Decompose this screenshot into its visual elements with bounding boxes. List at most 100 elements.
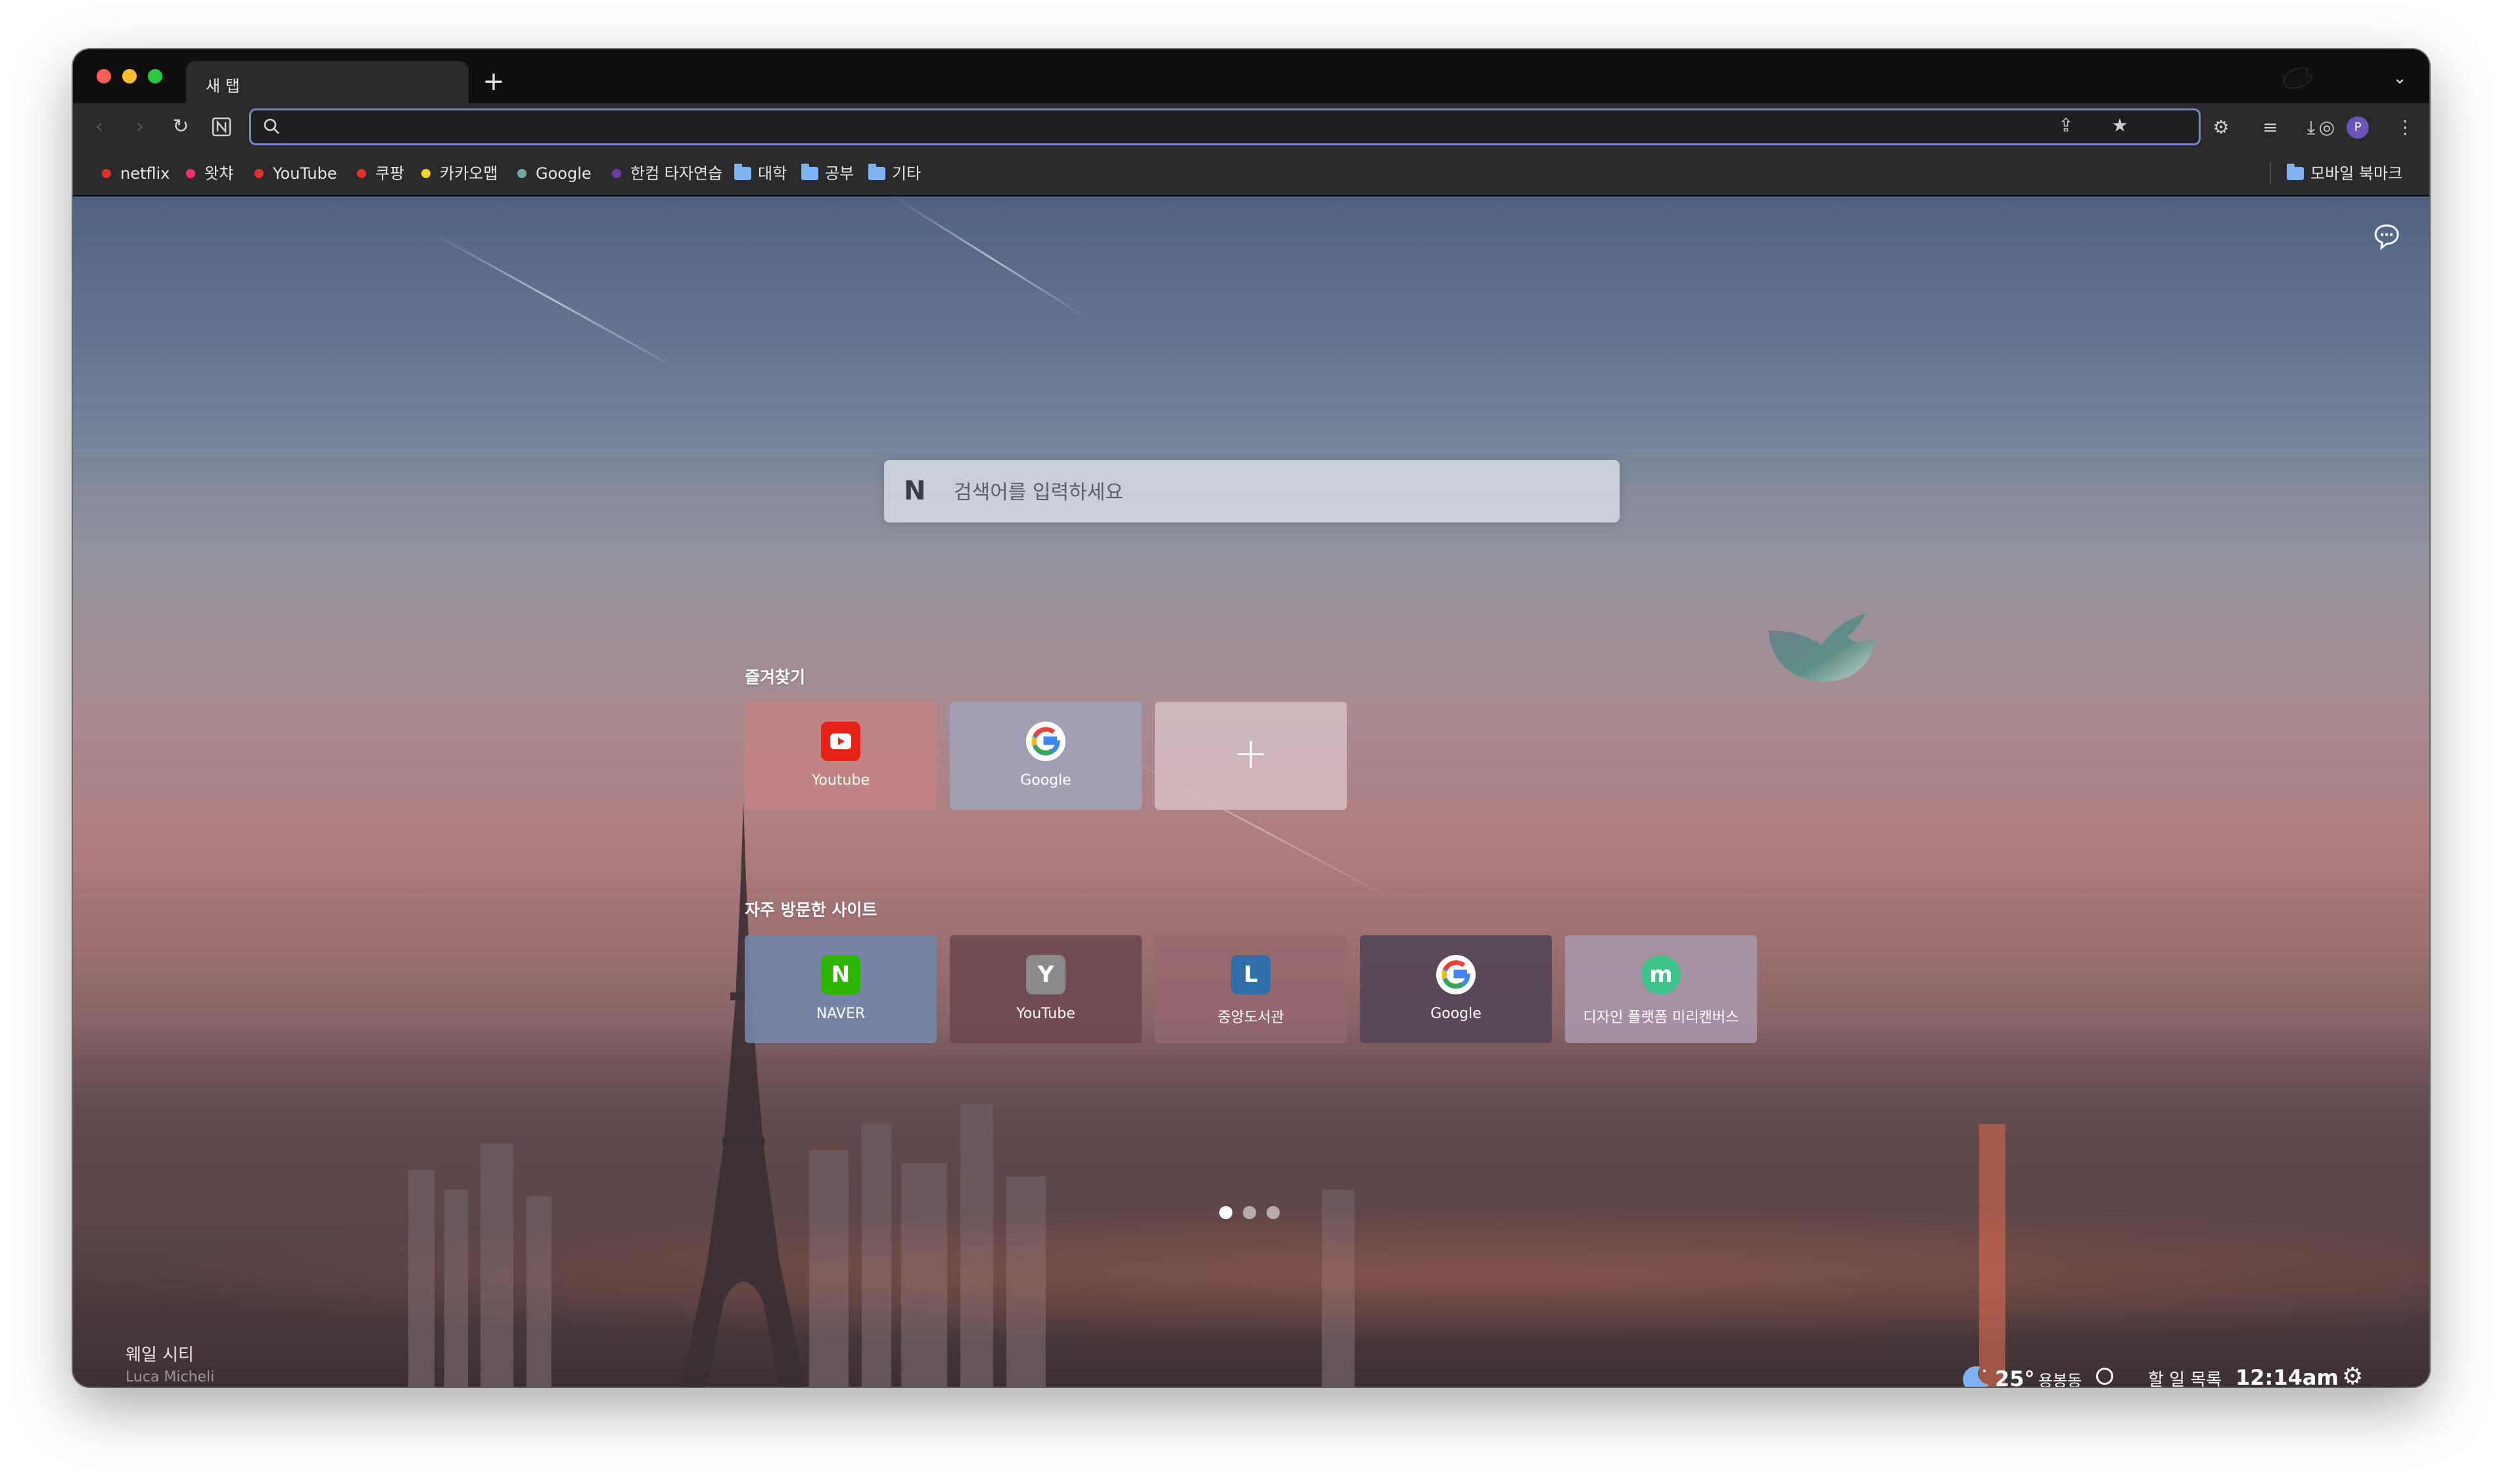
minimize-window-button[interactable] xyxy=(122,69,137,83)
eiffel-tower-silhouette xyxy=(681,802,806,1387)
naver-n-icon xyxy=(212,117,231,137)
sky-streak xyxy=(893,197,1090,321)
temperature[interactable]: 25° xyxy=(1995,1366,2035,1387)
tile-label: YouTube xyxy=(1016,1006,1075,1022)
youtube-icon xyxy=(821,722,860,761)
back-button[interactable]: ‹ xyxy=(85,112,114,141)
bookmark-folder-study[interactable]: 공부 xyxy=(801,164,854,183)
extensions-icon[interactable]: ⚙ xyxy=(2207,114,2235,141)
search-input[interactable] xyxy=(952,473,1599,511)
tab-strip: 새 탭 + ⌄ xyxy=(73,49,2429,103)
tile-label: NAVER xyxy=(816,1006,866,1022)
bookmark-folder-etc[interactable]: 기타 xyxy=(868,164,921,183)
bookmark-label: 카카오맵 xyxy=(440,164,498,183)
bookmark-label: 기타 xyxy=(892,164,922,183)
close-window-button[interactable] xyxy=(97,69,111,83)
google-icon xyxy=(1436,955,1476,994)
bookmark-label: 공부 xyxy=(825,164,854,183)
frequent-tile-miricanvas[interactable]: m 디자인 플랫폼 미리캔버스 xyxy=(1565,935,1757,1043)
bookmarks-bar: netflix 왓챠 YouTube 쿠팡 카카오맵 Google 한컴 타자연… xyxy=(73,151,2429,197)
bookmark-hancom-typing[interactable]: 한컴 타자연습 xyxy=(612,164,722,183)
location-target-icon[interactable] xyxy=(2096,1368,2113,1385)
tab-list-chevron-icon[interactable]: ⌄ xyxy=(2387,65,2413,91)
tile-label: 중앙도서관 xyxy=(1217,1009,1284,1026)
google-favicon-icon xyxy=(517,169,526,178)
bookmark-folder-university[interactable]: 대학 xyxy=(734,164,787,183)
coupang-favicon-icon xyxy=(357,169,366,178)
frequent-tile-library[interactable]: L 중앙도서관 xyxy=(1155,935,1347,1043)
menu-icon[interactable]: ⋮ xyxy=(2391,114,2419,141)
chat-bubble-icon[interactable] xyxy=(2372,221,2401,250)
tile-label: Google xyxy=(1430,1006,1482,1022)
bookmark-label: 한컴 타자연습 xyxy=(630,164,723,183)
bookmark-kakaomap[interactable]: 카카오맵 xyxy=(421,164,498,183)
page-dot-2[interactable] xyxy=(1243,1206,1256,1219)
frequent-tile-naver[interactable]: N NAVER xyxy=(745,935,937,1043)
clock: 12:14am xyxy=(2235,1365,2339,1387)
capture-icon[interactable]: ◎ xyxy=(2313,114,2341,141)
bookmark-netflix[interactable]: netflix xyxy=(102,164,170,183)
city-skyline xyxy=(73,1019,2429,1387)
library-letter-icon: L xyxy=(1231,955,1271,994)
bookmark-watcha[interactable]: 왓챠 xyxy=(186,164,233,183)
bookmark-label: Google xyxy=(536,164,592,183)
bookmark-youtube[interactable]: YouTube xyxy=(254,164,337,183)
bookmark-label: 왓챠 xyxy=(204,164,234,183)
bookmark-label: YouTube xyxy=(273,164,337,183)
bookmark-label: 대학 xyxy=(758,164,787,183)
bookmark-label: 모바일 북마크 xyxy=(2310,164,2403,183)
watcha-favicon-icon xyxy=(186,169,195,178)
browser-window: 새 탭 + ⌄ ‹ › ↻ ⇪ ★ ⚙ ≡ ⤓ ◎ P ⋮ netflix 왓챠… xyxy=(73,49,2429,1387)
weather-location[interactable]: 용봉동 xyxy=(2038,1368,2082,1387)
frequent-tile-google[interactable]: Google xyxy=(1360,935,1552,1043)
folder-icon xyxy=(2287,164,2304,180)
reload-button[interactable]: ↻ xyxy=(166,112,195,141)
folder-icon xyxy=(868,164,885,180)
city-glow xyxy=(73,1203,2429,1347)
frequent-tile-youtube[interactable]: Y YouTube xyxy=(950,935,1142,1043)
kakaomap-favicon-icon xyxy=(421,169,431,178)
bookmark-star-icon[interactable]: ★ xyxy=(2106,112,2134,139)
netflix-favicon-icon xyxy=(102,169,111,178)
new-tab-button[interactable]: + xyxy=(479,66,509,97)
bookmark-label: netflix xyxy=(120,164,170,183)
youtube-favicon-icon xyxy=(254,169,264,178)
bookmark-google[interactable]: Google xyxy=(517,164,592,183)
background-author: Luca Micheli xyxy=(126,1369,215,1385)
forward-button[interactable]: › xyxy=(126,112,154,141)
settings-gear-icon[interactable]: ⚙ xyxy=(2342,1365,2366,1387)
favorite-tile-google[interactable]: Google xyxy=(950,702,1142,810)
naver-icon: N xyxy=(821,955,860,994)
toolbar: ‹ › ↻ ⇪ ★ ⚙ ≡ ⤓ ◎ ◎ ▥ P ⋮ xyxy=(73,103,2429,151)
tab-new-tab[interactable]: 새 탭 xyxy=(186,61,469,103)
share-icon[interactable]: ⇪ xyxy=(2052,112,2080,139)
tile-label: 디자인 플랫폼 미리캔버스 xyxy=(1583,1009,1739,1026)
search-icon xyxy=(264,118,279,134)
bookmark-folder-mobile[interactable]: 모바일 북마크 xyxy=(2287,164,2402,183)
naver-logo-icon: N xyxy=(904,476,926,506)
page-dot-3[interactable] xyxy=(1267,1206,1280,1219)
plus-icon: + xyxy=(1233,730,1269,778)
reading-list-icon[interactable]: ≡ xyxy=(2257,114,2284,141)
frequent-sites-title: 자주 방문한 사이트 xyxy=(745,900,877,919)
folder-icon xyxy=(801,164,818,180)
address-bar[interactable]: ⇪ ★ xyxy=(249,108,2201,145)
address-input[interactable] xyxy=(289,113,2132,141)
folder-icon xyxy=(734,164,751,180)
favorite-tile-youtube[interactable]: Youtube xyxy=(745,702,937,810)
naver-home-button[interactable] xyxy=(207,112,236,141)
miricanvas-letter-icon: m xyxy=(1641,955,1681,994)
whale-decoration-icon[interactable] xyxy=(1756,604,1887,703)
tab-title: 새 탭 xyxy=(206,77,240,95)
zoom-window-button[interactable] xyxy=(148,69,162,83)
todo-list-button[interactable]: 할 일 목록 xyxy=(2148,1366,2222,1387)
profile-avatar[interactable]: P xyxy=(2347,116,2369,139)
add-favorite-tile[interactable]: + xyxy=(1155,702,1347,810)
bookmark-coupang[interactable]: 쿠팡 xyxy=(357,164,404,183)
favorites-title: 즐겨찾기 xyxy=(745,668,806,687)
search-box[interactable]: N xyxy=(884,460,1620,522)
bookmark-label: 쿠팡 xyxy=(375,164,405,183)
youtube-letter-icon: Y xyxy=(1026,955,1065,994)
background-title[interactable]: 웨일 시티 xyxy=(126,1341,194,1366)
page-dot-1[interactable] xyxy=(1219,1206,1232,1219)
